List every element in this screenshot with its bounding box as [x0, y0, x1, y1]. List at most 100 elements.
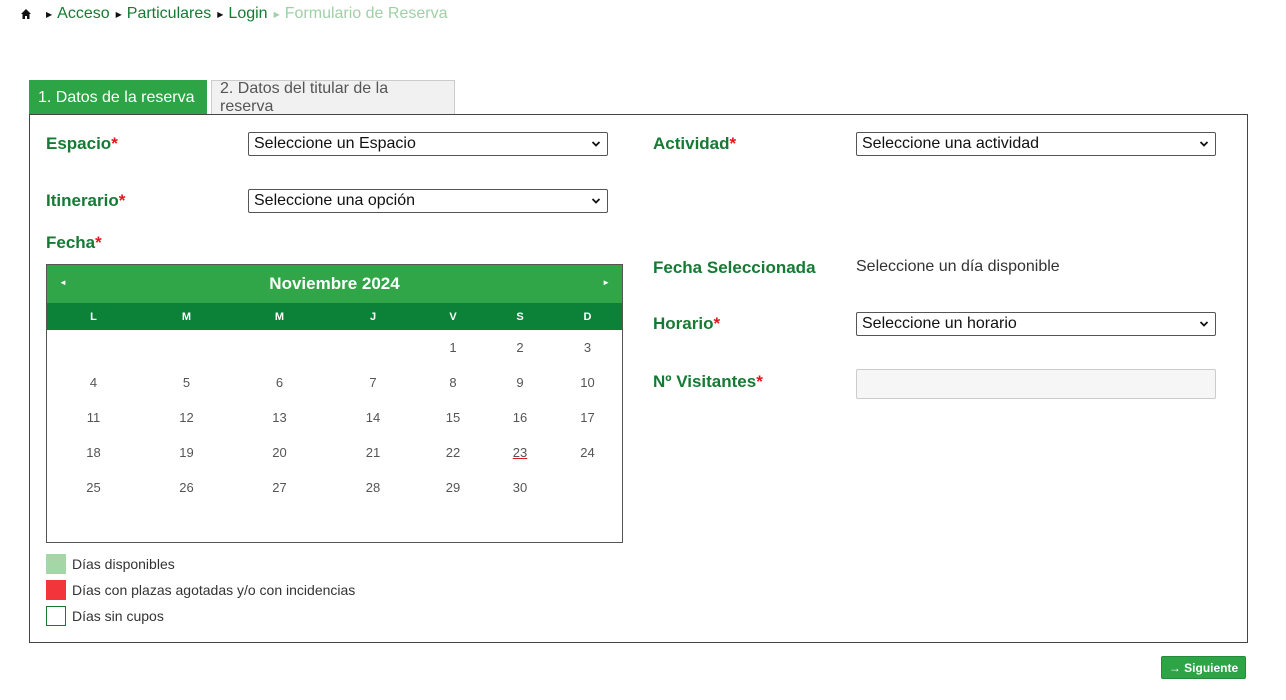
calendar-day[interactable]: 16 — [486, 400, 554, 435]
calendar-day[interactable]: 1 — [420, 330, 486, 365]
next-button[interactable]: → Siguiente — [1161, 656, 1246, 679]
calendar-day[interactable]: 14 — [326, 400, 420, 435]
weekday-header: M — [274, 310, 285, 323]
calendar-day[interactable]: 19 — [140, 435, 233, 470]
prev-month-icon[interactable]: ◄ — [59, 278, 67, 287]
calendar-day[interactable]: 29 — [420, 470, 486, 505]
horario-select[interactable]: Seleccione un horario — [856, 312, 1216, 336]
calendar-day[interactable]: 24 — [554, 435, 621, 470]
breadcrumb-particulares[interactable]: Particulares — [127, 5, 211, 23]
legend-swatch — [46, 554, 66, 574]
fecha-label: Fecha* — [46, 233, 102, 253]
calendar-day[interactable]: 3 — [554, 330, 621, 365]
calendar-day[interactable]: 21 — [326, 435, 420, 470]
actividad-label: Actividad* — [653, 134, 736, 154]
calendar-weekdays: LMMJVSD — [47, 303, 622, 330]
required-mark: * — [756, 372, 763, 391]
calendar-day[interactable]: 15 — [420, 400, 486, 435]
weekday-header: J — [369, 310, 377, 323]
calendar-grid: 1 2 3 4 5 6 7 8 9 10 11 12 13 14 15 16 17 18 19 20 21 22 23 24 2… — [47, 330, 622, 505]
calendar-day[interactable]: 12 — [140, 400, 233, 435]
tab-datos-titular[interactable]: 2. Datos del titular de la reserva — [211, 80, 455, 115]
legend-swatch — [46, 580, 66, 600]
chevron-right-icon: ▶ — [115, 9, 122, 19]
legend-item-disponibles: Días disponibles — [46, 554, 175, 574]
itinerario-label-text: Itinerario — [46, 191, 119, 210]
calendar-day[interactable]: 4 — [47, 365, 140, 400]
calendar-day[interactable]: 6 — [233, 365, 326, 400]
legend-item-agotadas: Días con plazas agotadas y/o con inciden… — [46, 580, 355, 600]
chevron-down-icon — [591, 141, 601, 147]
calendar-day[interactable]: 25 — [47, 470, 140, 505]
chevron-down-icon — [591, 198, 601, 204]
calendar-day[interactable]: 2 — [486, 330, 554, 365]
calendar-empty-cell — [140, 330, 233, 365]
required-mark: * — [111, 134, 118, 153]
visitantes-label-text: Nº Visitantes — [653, 372, 757, 391]
next-month-icon[interactable]: ► — [602, 278, 610, 287]
chevron-down-icon — [1199, 141, 1209, 147]
calendar-empty-cell — [326, 330, 420, 365]
calendar-month-label: Noviembre 2024 — [269, 274, 400, 293]
calendar-week: 25 26 27 28 29 30 — [47, 470, 622, 505]
calendar-week: 123 — [47, 330, 622, 365]
calendar-day[interactable]: 11 — [47, 400, 140, 435]
actividad-select[interactable]: Seleccione una actividad — [856, 132, 1216, 156]
breadcrumb-login[interactable]: Login — [228, 5, 267, 23]
itinerario-select[interactable]: Seleccione una opción — [248, 189, 608, 213]
tab-datos-reserva[interactable]: 1. Datos de la reserva — [29, 80, 207, 115]
horario-label-text: Horario — [653, 314, 714, 333]
calendar-day[interactable]: 5 — [140, 365, 233, 400]
legend-label: Días con plazas agotadas y/o con inciden… — [72, 582, 356, 598]
actividad-select-value: Seleccione una actividad — [862, 135, 1040, 152]
calendar-week: 11 12 13 14 15 16 17 — [47, 400, 622, 435]
calendar-empty-cell — [47, 330, 140, 365]
visitantes-label: Nº Visitantes* — [653, 372, 763, 392]
calendar-week: 18 19 20 21 22 23 24 — [47, 435, 622, 470]
weekday-header: L — [90, 310, 97, 323]
calendar-day[interactable]: 26 — [140, 470, 233, 505]
calendar-day[interactable]: 8 — [420, 365, 486, 400]
chevron-right-icon: ▶ — [273, 9, 280, 19]
calendar-day[interactable]: 10 — [554, 365, 621, 400]
required-mark: * — [729, 134, 737, 153]
legend-item-sin-cupos: Días sin cupos — [46, 606, 164, 626]
form-tabs: 1. Datos de la reserva 2. Datos del titu… — [29, 80, 459, 115]
calendar-day[interactable]: 20 — [233, 435, 326, 470]
calendar-day[interactable]: 28 — [326, 470, 420, 505]
weekday-header: V — [449, 310, 457, 323]
visitantes-input[interactable] — [856, 369, 1216, 399]
espacio-label-text: Espacio — [46, 134, 112, 153]
calendar-day[interactable]: 9 — [486, 365, 554, 400]
legend-label: Días sin cupos — [72, 608, 164, 624]
chevron-right-icon: ▶ — [217, 9, 224, 19]
calendar-day[interactable]: 23 — [486, 435, 554, 470]
required-mark: * — [95, 233, 102, 252]
required-mark: * — [713, 314, 721, 333]
itinerario-label: Itinerario* — [46, 191, 125, 211]
calendar-day[interactable]: 18 — [47, 435, 140, 470]
chevron-right-icon: ▶ — [46, 9, 53, 19]
itinerario-select-value: Seleccione una opción — [254, 192, 416, 209]
breadcrumb-current: Formulario de Reserva — [284, 5, 448, 22]
fecha-seleccionada-value: Seleccione un día disponible — [856, 258, 1060, 275]
calendar-day[interactable]: 17 — [554, 400, 621, 435]
calendar-day[interactable]: 30 — [486, 470, 554, 505]
weekday-header: D — [583, 310, 592, 323]
calendar-day[interactable]: 13 — [233, 400, 326, 435]
calendar-day[interactable]: 7 — [326, 365, 420, 400]
calendar-empty-cell — [554, 470, 621, 505]
breadcrumb-acceso[interactable]: Acceso — [57, 5, 109, 23]
horario-select-value: Seleccione un horario — [862, 315, 1017, 332]
home-icon[interactable] — [20, 7, 34, 21]
espacio-select[interactable]: Seleccione un Espacio — [248, 132, 608, 156]
chevron-down-icon — [1199, 321, 1209, 327]
breadcrumb: ▶ Acceso ▶ Particulares ▶ Login ▶ Formul… — [20, 4, 447, 24]
weekday-header: M — [181, 310, 192, 323]
calendar-week: 4 5 6 7 8 9 10 — [47, 365, 622, 400]
reservation-panel: Espacio* Seleccione un Espacio Actividad… — [29, 114, 1248, 643]
calendar-day[interactable]: 27 — [233, 470, 326, 505]
fecha-seleccionada-label: Fecha Seleccionada — [653, 258, 816, 277]
calendar-empty-cell — [233, 330, 326, 365]
calendar-day[interactable]: 22 — [420, 435, 486, 470]
